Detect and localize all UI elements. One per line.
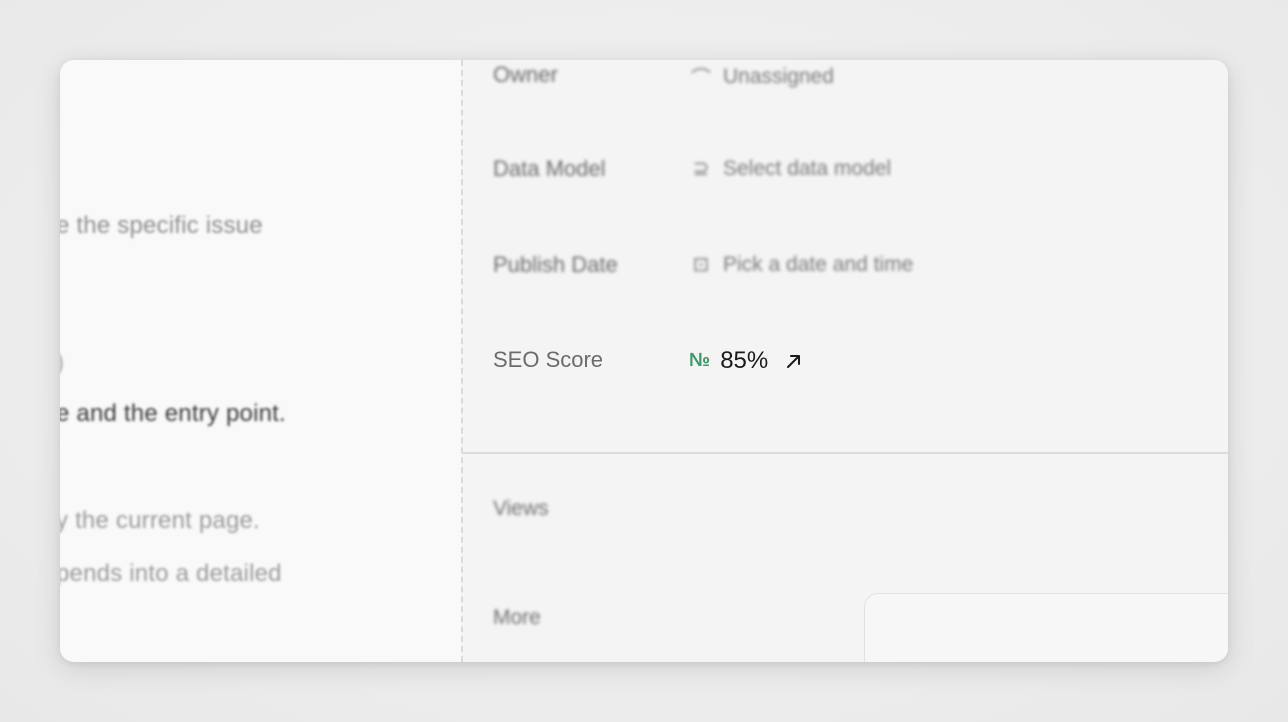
doc-text-line: ): [60, 349, 64, 377]
data-model-value: Select data model: [723, 156, 892, 180]
property-seo-score[interactable]: SEO Score № 85%: [493, 347, 1193, 377]
property-value[interactable]: № 85%: [689, 347, 804, 375]
section-divider: [463, 452, 1228, 454]
views-label: Views: [493, 497, 549, 520]
property-data-model[interactable]: Data Model ⊇ Select data model: [493, 156, 1193, 186]
user-icon: ⌒: [691, 68, 711, 90]
doc-text-line: e and the entry point.: [60, 400, 286, 427]
property-label: Data Model: [493, 156, 606, 181]
property-label: Publish Date: [493, 252, 618, 277]
owner-value: Unassigned: [723, 64, 834, 88]
property-publish-date[interactable]: Publish Date ⊡ Pick a date and time: [493, 252, 1193, 282]
seo-score-value: 85%: [720, 347, 769, 374]
doc-text-line: e the specific issue: [60, 212, 263, 239]
property-value[interactable]: ⊡ Pick a date and time: [689, 252, 914, 277]
app-window: e the specific issue ) e and the entry p…: [60, 60, 1228, 662]
database-icon: ⊇: [692, 158, 710, 180]
more-label: More: [493, 606, 541, 629]
property-value[interactable]: ⊇ Select data model: [689, 156, 892, 181]
publish-date-value: Pick a date and time: [723, 252, 914, 276]
preview-card[interactable]: [864, 593, 1228, 662]
properties-panel: Owner ⌒ Unassigned Data Model ⊇ Select d…: [463, 60, 1228, 662]
arrow-up-right-icon[interactable]: [784, 351, 804, 371]
doc-text-line: pends into a detailed: [60, 560, 282, 587]
calendar-icon: ⊡: [692, 254, 710, 276]
doc-text-line: y the current page.: [60, 507, 260, 534]
property-value[interactable]: ⌒ Unassigned: [689, 62, 834, 91]
property-label: SEO Score: [493, 347, 604, 372]
numero-icon: №: [689, 350, 711, 371]
property-owner[interactable]: Owner ⌒ Unassigned: [493, 62, 1193, 92]
property-label: Owner: [493, 62, 558, 87]
document-pane: e the specific issue ) e and the entry p…: [60, 60, 461, 662]
